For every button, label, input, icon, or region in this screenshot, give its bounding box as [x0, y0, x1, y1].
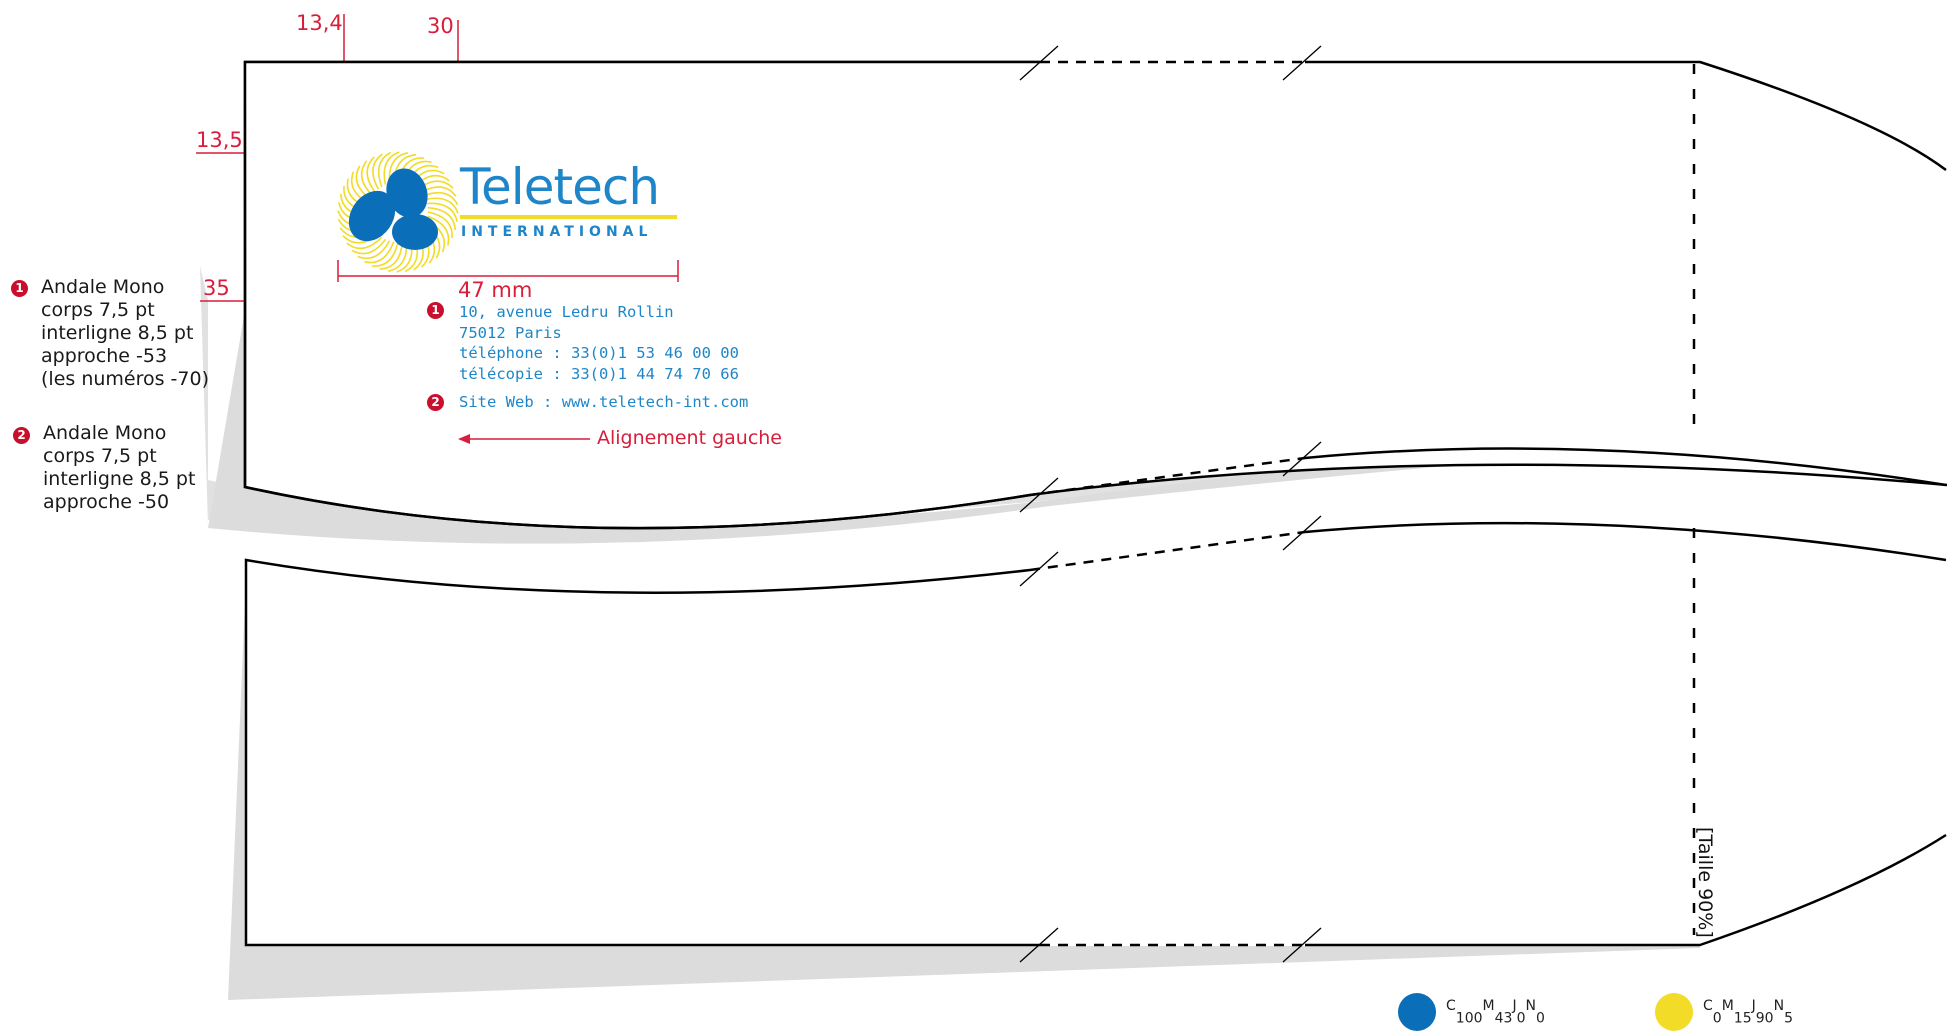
- marker-1-address: 1: [427, 302, 444, 319]
- note-1-line-1: Andale Mono: [41, 276, 165, 298]
- swatch-channel-value: 43: [1494, 1010, 1513, 1027]
- swatch-channel-value: 0: [1712, 1010, 1722, 1027]
- swatch-blue-dot: [1398, 993, 1436, 1031]
- note-2-line-3: interligne 8,5 pt: [43, 468, 196, 490]
- note-1-line-2: corps 7,5 pt: [41, 299, 155, 321]
- address-phone: téléphone : 33(0)1 53 46 00 00: [459, 344, 739, 362]
- swatch-channel-letter: C: [1446, 998, 1456, 1014]
- note-2-marker: 2: [13, 427, 30, 444]
- address-block: 10, avenue Ledru Rollin 75012 Paris télé…: [459, 302, 739, 384]
- swatch-channel-letter: M: [1721, 998, 1734, 1014]
- lower-envelope-fill: [246, 534, 1946, 945]
- swatch-channel-letter: N: [1773, 998, 1785, 1014]
- address-line-1: 10, avenue Ledru Rollin: [459, 303, 674, 321]
- logo-wordmark: Teletech: [460, 158, 660, 216]
- swatch-channel-letter: M: [1482, 998, 1495, 1014]
- swatch-channel-value: 100: [1455, 1010, 1483, 1027]
- dim-label-13-4: 13,4: [296, 11, 343, 35]
- dim-label-30: 30: [427, 14, 454, 38]
- website-line: Site Web : www.teletech-int.com: [459, 392, 748, 413]
- note-2-line-4: approche -50: [43, 491, 170, 513]
- alignment-note: Alignement gauche: [597, 427, 782, 449]
- envelope-layout-diagram: 13,4 30 13,5 35 47 mm Teletech INTERNATI…: [0, 0, 1947, 1031]
- swatch-channel-letter: N: [1525, 998, 1536, 1014]
- dim-label-47mm: 47 mm: [458, 278, 533, 302]
- swatch-channel-value: 0: [1535, 1010, 1545, 1027]
- logo-tagline: INTERNATIONAL: [461, 224, 653, 240]
- swatch-blue-label: C100M43J0N0: [1446, 998, 1545, 1027]
- note-1-marker: 1: [11, 280, 28, 297]
- swatch-channel-value: 0: [1516, 1010, 1526, 1027]
- swatch-channel-value: 15: [1733, 1010, 1752, 1027]
- note-2-line-1: Andale Mono: [43, 422, 167, 444]
- swatch-channel-letter: C: [1703, 998, 1713, 1014]
- swatch-channel-value: 5: [1784, 1010, 1793, 1027]
- note-2: Andale Mono corps 7,5 pt interligne 8,5 …: [43, 422, 195, 514]
- note-1-line-4: approche -53: [41, 345, 168, 367]
- note-2-line-2: corps 7,5 pt: [43, 445, 157, 467]
- swatch-yellow-label: C0M15J90N5: [1703, 998, 1793, 1027]
- website-label: Site Web: [459, 393, 534, 411]
- size-note: [Taille 90%]: [1694, 827, 1716, 938]
- note-1-line-3: interligne 8,5 pt: [41, 322, 194, 344]
- address-fax: télécopie : 33(0)1 44 74 70 66: [459, 364, 739, 383]
- website-url[interactable]: www.teletech-int.com: [562, 393, 749, 411]
- marker-2-website: 2: [427, 394, 444, 411]
- envelope-drawing: [196, 14, 1947, 1000]
- website-separator: :: [543, 393, 553, 411]
- address-line-2: 75012 Paris: [459, 323, 562, 342]
- note-1-line-5: (les numéros -70): [41, 368, 210, 390]
- swatch-yellow-dot: [1655, 993, 1693, 1031]
- dim-label-13-5: 13,5: [196, 128, 243, 152]
- swatch-channel-value: 90: [1755, 1010, 1774, 1027]
- note-1: Andale Mono corps 7,5 pt interligne 8,5 …: [41, 276, 209, 391]
